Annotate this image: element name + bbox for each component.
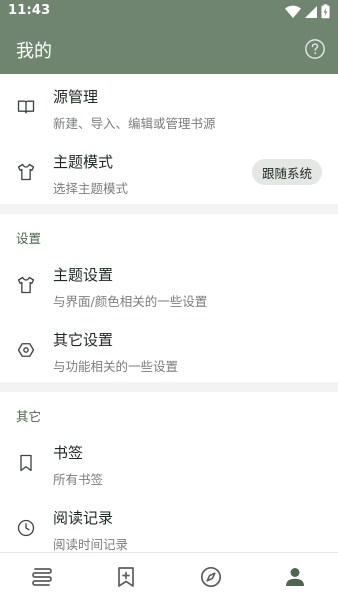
card-general: 源管理 新建、导入、编辑或管理书源 主题模式 选择主题模式 跟随系统 xyxy=(0,74,338,204)
section-divider xyxy=(0,204,338,214)
card-other: 其它 书签 所有书签 阅读记录 阅读时间记录 xyxy=(0,392,338,552)
status-icons xyxy=(285,4,330,19)
tshirt-icon xyxy=(17,163,35,181)
bookmark-icon xyxy=(20,454,32,472)
page-title: 我的 xyxy=(16,41,52,62)
bookshelf-icon[interactable] xyxy=(30,565,54,589)
other-settings-subtitle: 与功能相关的一些设置 xyxy=(53,359,179,374)
bottom-navigation xyxy=(0,552,338,600)
other-section-header: 其它 xyxy=(0,392,338,430)
app-bar: 我的 xyxy=(0,24,338,74)
tshirt-icon xyxy=(17,276,35,294)
read-record-subtitle: 阅读时间记录 xyxy=(53,537,129,552)
read-record-title: 阅读记录 xyxy=(53,509,114,527)
person-icon[interactable] xyxy=(283,565,307,589)
source-management-title: 源管理 xyxy=(53,88,99,106)
other-settings-item[interactable]: 其它设置 与功能相关的一些设置 xyxy=(0,317,338,382)
source-management-subtitle: 新建、导入、编辑或管理书源 xyxy=(53,116,216,131)
compass-icon[interactable] xyxy=(199,565,223,589)
theme-mode-value-chip[interactable]: 跟随系统 xyxy=(251,159,322,185)
theme-settings-subtitle: 与界面/颜色相关的一些设置 xyxy=(53,294,208,309)
status-time: 11:43 xyxy=(8,3,51,18)
settings-section-label: 设置 xyxy=(16,231,42,246)
theme-mode-subtitle: 选择主题模式 xyxy=(53,181,129,196)
theme-settings-item[interactable]: 主题设置 与界面/颜色相关的一些设置 xyxy=(0,252,338,317)
section-divider xyxy=(0,382,338,392)
bookmark-add-icon[interactable] xyxy=(114,565,138,589)
content-list: 源管理 新建、导入、编辑或管理书源 主题模式 选择主题模式 跟随系统 设置 主题… xyxy=(0,74,338,552)
source-management-item[interactable]: 源管理 新建、导入、编辑或管理书源 xyxy=(0,74,338,139)
other-settings-title: 其它设置 xyxy=(53,331,114,349)
wifi-icon xyxy=(285,5,301,18)
other-section-label: 其它 xyxy=(16,409,42,424)
settings-section-header: 设置 xyxy=(0,214,338,252)
signal-icon xyxy=(305,5,317,18)
battery-icon xyxy=(321,4,330,19)
theme-settings-title: 主题设置 xyxy=(53,266,114,284)
clock-icon xyxy=(17,519,35,537)
read-record-item[interactable]: 阅读记录 阅读时间记录 xyxy=(0,495,338,552)
bookmarks-subtitle: 所有书签 xyxy=(53,472,104,487)
theme-mode-item[interactable]: 主题模式 选择主题模式 跟随系统 xyxy=(0,139,338,204)
bookmarks-item[interactable]: 书签 所有书签 xyxy=(0,430,338,495)
help-icon[interactable] xyxy=(304,38,326,60)
book-open-icon xyxy=(17,100,35,114)
hexagon-settings-icon xyxy=(17,343,35,357)
bookmarks-title: 书签 xyxy=(53,444,84,462)
card-settings: 设置 主题设置 与界面/颜色相关的一些设置 其它设置 与功能相关的一些设置 xyxy=(0,214,338,382)
theme-mode-title: 主题模式 xyxy=(53,153,114,171)
status-bar: 11:43 xyxy=(0,0,338,24)
